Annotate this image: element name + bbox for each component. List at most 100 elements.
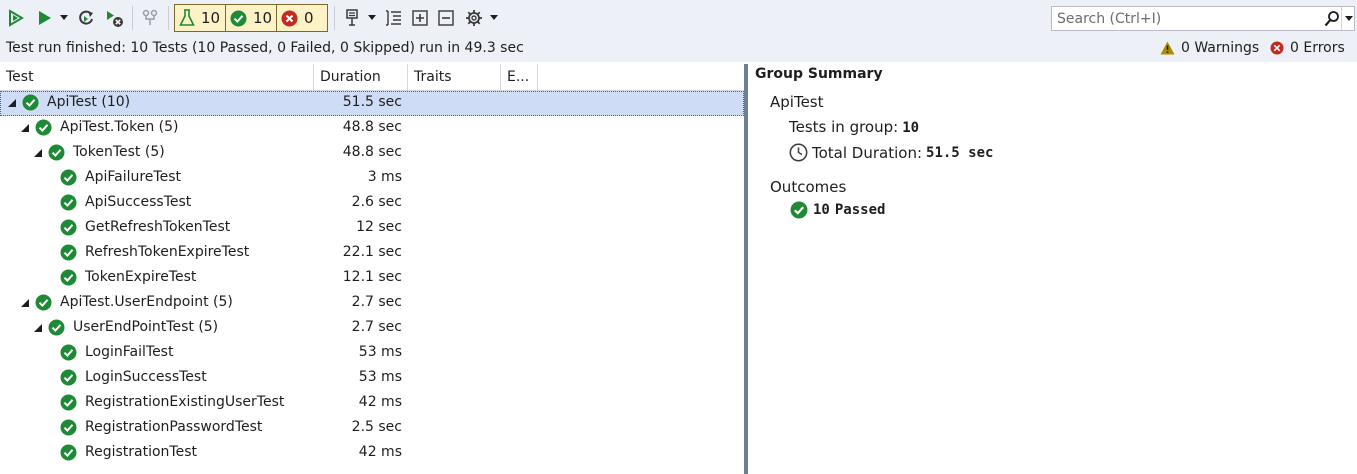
repeat-last-run-button[interactable] bbox=[74, 4, 98, 32]
column-header-duration[interactable]: Duration bbox=[314, 64, 408, 90]
outcomes-heading: Outcomes bbox=[770, 178, 847, 196]
search-options-button[interactable] bbox=[1341, 7, 1356, 30]
test-name: RegistrationExistingUserTest bbox=[85, 394, 284, 410]
test-duration: 3 ms bbox=[367, 169, 402, 185]
test-row[interactable]: ApiSuccessTest 2.6 sec bbox=[0, 191, 744, 216]
run-failed-tests-button[interactable] bbox=[4, 4, 28, 32]
passed-icon bbox=[790, 201, 808, 219]
test-duration: 2.5 sec bbox=[351, 419, 402, 435]
expand-all-button[interactable] bbox=[408, 4, 432, 32]
test-name: LoginSuccessTest bbox=[85, 369, 207, 385]
test-explorer-grid: Test Duration Traits E... ApiTest (10) 51… bbox=[0, 64, 744, 474]
test-count: (5) bbox=[144, 144, 165, 160]
test-row[interactable]: LoginFailTest 53 ms bbox=[0, 341, 744, 366]
test-duration: 2.7 sec bbox=[351, 319, 402, 335]
test-row[interactable]: GetRefreshTokenTest 12 sec bbox=[0, 216, 744, 241]
toolbar-separator bbox=[132, 6, 133, 30]
cancel-run-button[interactable] bbox=[102, 4, 126, 32]
repeat-icon bbox=[79, 10, 93, 25]
expander-icon[interactable] bbox=[21, 124, 29, 132]
test-name-label: LoginFailTest bbox=[85, 344, 174, 360]
debug-icon bbox=[142, 9, 158, 25]
outcome-passed: 10 Passed bbox=[790, 201, 885, 219]
test-name-label: GetRefreshTokenTest bbox=[85, 219, 231, 235]
filter-all-button[interactable]: 10 bbox=[175, 5, 226, 31]
test-duration: 42 ms bbox=[358, 444, 402, 460]
passed-icon bbox=[60, 419, 77, 436]
column-header-error[interactable]: E... bbox=[501, 64, 538, 90]
test-count: (5) bbox=[198, 319, 219, 335]
total-duration: Total Duration: 51.5 sec bbox=[789, 143, 993, 162]
toolbar-separator bbox=[168, 6, 169, 30]
playlist-button[interactable] bbox=[340, 4, 364, 32]
test-row[interactable]: TokenExpireTest 12.1 sec bbox=[0, 266, 744, 291]
column-header-traits[interactable]: Traits bbox=[408, 64, 501, 90]
test-count: (10) bbox=[101, 94, 131, 110]
test-row[interactable]: TokenTest (5) 48.8 sec bbox=[0, 141, 744, 166]
status-bar: Test run finished: 10 Tests (10 Passed, … bbox=[0, 36, 1357, 62]
test-name-label: TokenTest bbox=[73, 144, 141, 160]
settings-button[interactable] bbox=[462, 4, 486, 32]
filter-failed-button[interactable]: 0 bbox=[277, 5, 327, 31]
passed-icon bbox=[48, 319, 65, 336]
test-row[interactable]: RefreshTokenExpireTest 22.1 sec bbox=[0, 241, 744, 266]
passed-icon bbox=[60, 219, 77, 236]
passed-icon bbox=[60, 344, 77, 361]
test-duration: 53 ms bbox=[358, 369, 402, 385]
test-name-label: UserEndPointTest bbox=[73, 319, 194, 335]
group-summary-panel: Group Summary ApiTest Tests in group: 10… bbox=[748, 62, 1357, 474]
passed-icon bbox=[60, 169, 77, 186]
expander-icon[interactable] bbox=[34, 324, 42, 332]
collapse-all-button[interactable] bbox=[434, 4, 458, 32]
warnings-indicator[interactable]: 0 Warnings bbox=[1160, 40, 1259, 56]
passed-icon bbox=[60, 194, 77, 211]
test-row[interactable]: ApiFailureTest 3 ms bbox=[0, 166, 744, 191]
filter-passed-count: 10 bbox=[253, 9, 273, 27]
flask-icon bbox=[179, 9, 195, 26]
test-duration: 48.8 sec bbox=[342, 144, 402, 160]
test-duration: 2.6 sec bbox=[351, 194, 402, 210]
test-duration: 2.7 sec bbox=[351, 294, 402, 310]
passed-icon bbox=[60, 444, 77, 461]
expander-icon[interactable] bbox=[34, 149, 42, 157]
search-box bbox=[1051, 6, 1355, 31]
failed-icon bbox=[281, 10, 298, 26]
test-name: ApiSuccessTest bbox=[85, 194, 191, 210]
chevron-down-icon bbox=[1345, 15, 1353, 21]
test-name: UserEndPointTest (5) bbox=[73, 319, 218, 335]
test-row[interactable]: ApiTest (10) 51.5 sec bbox=[0, 91, 744, 116]
settings-dropdown-button[interactable] bbox=[488, 4, 500, 32]
test-duration: 51.5 sec bbox=[342, 94, 402, 110]
test-row[interactable]: RegistrationPasswordTest 2.5 sec bbox=[0, 416, 744, 441]
clock-icon bbox=[789, 143, 808, 162]
expander-icon[interactable] bbox=[8, 99, 16, 107]
test-row[interactable]: ApiTest.UserEndpoint (5) 2.7 sec bbox=[0, 291, 744, 316]
test-name: TokenTest (5) bbox=[73, 144, 165, 160]
test-row[interactable]: ApiTest.Token (5) 48.8 sec bbox=[0, 116, 744, 141]
filter-passed-button[interactable]: 10 bbox=[226, 5, 277, 31]
expander-icon[interactable] bbox=[21, 299, 29, 307]
test-count: (5) bbox=[213, 294, 233, 310]
toolbar: 10 10 0 bbox=[0, 0, 1357, 36]
test-row[interactable]: RegistrationTest 42 ms bbox=[0, 441, 744, 466]
search-input[interactable] bbox=[1052, 7, 1324, 30]
search-icon[interactable] bbox=[1324, 10, 1340, 28]
errors-indicator[interactable]: 0 Errors bbox=[1270, 40, 1345, 56]
test-name: RefreshTokenExpireTest bbox=[85, 244, 249, 260]
group-by-button[interactable] bbox=[382, 4, 406, 32]
run-dropdown-button[interactable] bbox=[58, 4, 70, 32]
collapse-all-icon bbox=[438, 10, 454, 26]
tests-in-group: Tests in group: 10 bbox=[789, 118, 919, 136]
outcome-filter-group: 10 10 0 bbox=[174, 4, 328, 32]
test-settings-button[interactable] bbox=[138, 4, 162, 32]
test-duration: 22.1 sec bbox=[342, 244, 402, 260]
test-row[interactable]: RegistrationExistingUserTest 42 ms bbox=[0, 391, 744, 416]
test-row[interactable]: UserEndPointTest (5) 2.7 sec bbox=[0, 316, 744, 341]
test-row[interactable]: LoginSuccessTest 53 ms bbox=[0, 366, 744, 391]
run-button[interactable] bbox=[32, 4, 56, 32]
test-name: ApiTest.Token (5) bbox=[60, 119, 179, 135]
play-icon bbox=[39, 11, 51, 25]
playlist-dropdown-button[interactable] bbox=[366, 4, 378, 32]
column-header-test[interactable]: Test bbox=[0, 64, 314, 90]
run-all-icon bbox=[9, 9, 24, 27]
